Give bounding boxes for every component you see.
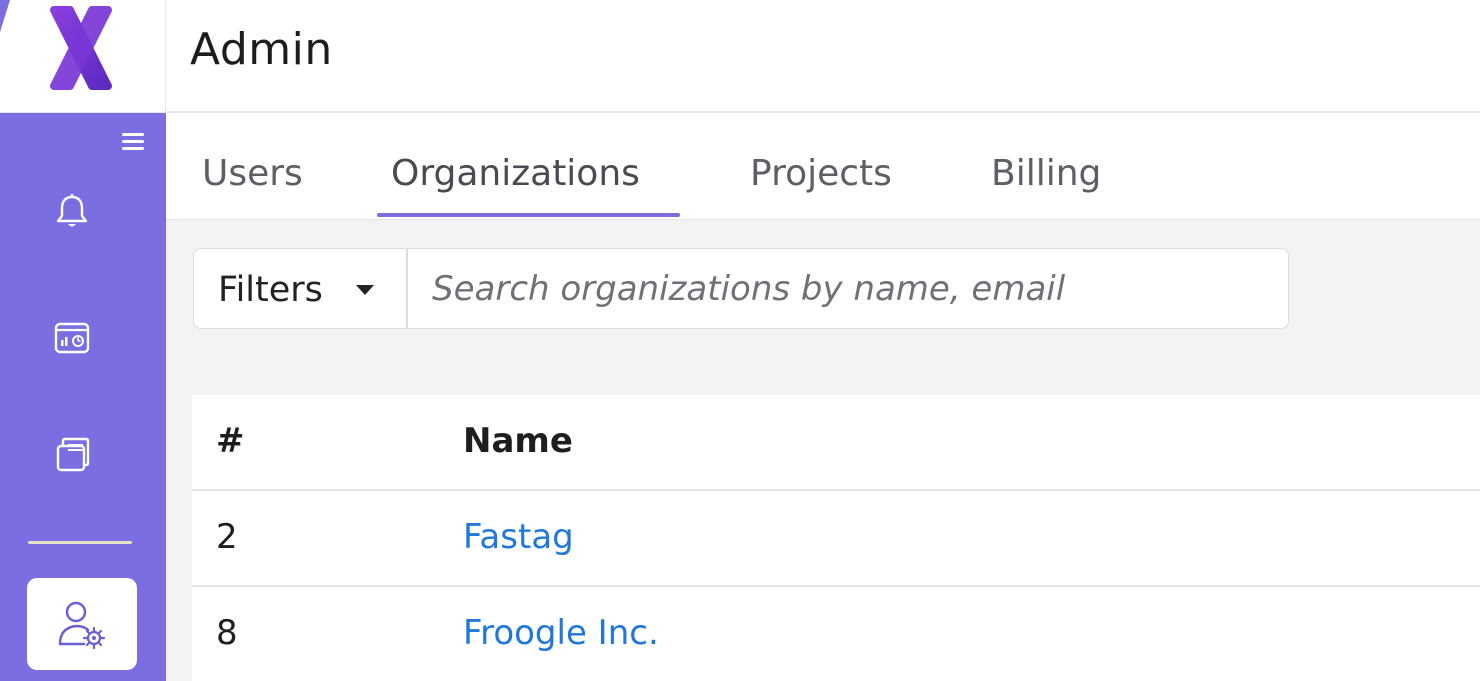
- row-num: 2: [216, 517, 238, 557]
- sidebar-divider: [28, 541, 132, 544]
- row-num: 8: [216, 613, 238, 653]
- filters-dropdown-button[interactable]: Filters: [194, 249, 408, 328]
- tab-billing[interactable]: Billing: [991, 153, 1101, 194]
- caret-down-icon: [356, 285, 374, 295]
- organization-name-link[interactable]: Froogle Inc.: [463, 613, 659, 653]
- corner-accent: [0, 0, 10, 32]
- sidebar: [0, 113, 166, 681]
- organization-name-link[interactable]: Fastag: [463, 517, 574, 557]
- sidebar-item-admin[interactable]: [27, 578, 137, 670]
- tab-users[interactable]: Users: [202, 153, 303, 194]
- page-title: Admin: [190, 24, 333, 75]
- x-logo-icon[interactable]: [48, 6, 114, 92]
- column-header-name[interactable]: Name: [463, 421, 573, 461]
- organizations-table: # Name 2 Fastag 8 Froogle Inc.: [192, 395, 1480, 681]
- table-row: 2 Fastag: [192, 491, 1480, 587]
- tab-projects[interactable]: Projects: [750, 153, 892, 194]
- table-header-row: # Name: [192, 395, 1480, 491]
- main-content: Filters # Name 2 Fastag 8 Froogle Inc.: [166, 220, 1480, 681]
- search-input[interactable]: [410, 249, 1280, 328]
- dashboard-chart-icon[interactable]: [52, 318, 92, 358]
- tab-organizations[interactable]: Organizations: [391, 153, 640, 194]
- active-tab-indicator: [377, 213, 680, 217]
- hamburger-menu-icon[interactable]: [122, 133, 144, 153]
- top-header: Admin: [166, 0, 1480, 113]
- tab-bar: Users Organizations Projects Billing: [166, 115, 1480, 220]
- logo-area: [0, 0, 166, 113]
- user-settings-icon: [58, 601, 106, 650]
- documents-icon[interactable]: [52, 433, 92, 473]
- search-bar: Filters: [193, 248, 1289, 329]
- filters-label: Filters: [218, 270, 323, 310]
- table-row: 8 Froogle Inc.: [192, 587, 1480, 681]
- bell-icon[interactable]: [52, 191, 92, 231]
- column-header-num[interactable]: #: [216, 421, 245, 461]
